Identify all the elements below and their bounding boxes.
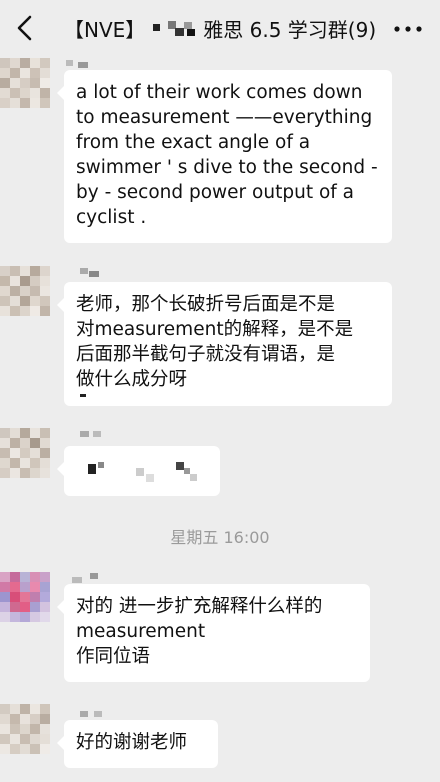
message-text-line: swimmer ' s dive to the second - [76, 157, 378, 178]
message-bubble[interactable]: a lot of their work comes down to measur… [57, 70, 392, 243]
redaction-mark [88, 464, 96, 474]
avatar[interactable] [0, 572, 50, 622]
chat-header: 【NVE】 雅思 6.5 学习群(9) [0, 0, 440, 56]
message-text-line: to measurement ——everything [76, 107, 373, 128]
message-bubble[interactable]: 老师，那个长破折号后面是不是 对measurement的解释，是不是 后面那半截… [57, 282, 392, 406]
chat-title-suffix: 雅思 6.5 学习群(9) [203, 17, 377, 42]
avatar[interactable] [0, 266, 50, 316]
message-text-line: measurement [76, 621, 206, 642]
avatar[interactable] [0, 58, 50, 108]
more-dots-icon[interactable] [394, 26, 422, 32]
message-text-line: 做什么成分呀 [76, 369, 188, 390]
message-text-line: 好的谢谢老师 [76, 732, 188, 753]
sender-name-redacted [80, 266, 116, 278]
message-text-line: a lot of their work comes down [76, 82, 363, 103]
sender-name-redacted [72, 572, 108, 584]
message-text-line: cyclist . [76, 207, 147, 228]
avatar[interactable] [0, 704, 50, 754]
sender-name-redacted [80, 428, 116, 440]
chat-title-prefix: 【NVE】 [64, 17, 146, 42]
redaction-mark [136, 468, 144, 476]
message-text-line: 对measurement的解释，是不是 [76, 319, 354, 340]
message-text-line: by - second power output of a [76, 182, 354, 203]
message-text-line: 作同位语 [76, 646, 151, 667]
redaction-mark [98, 462, 104, 468]
chevron-left-icon[interactable] [14, 14, 36, 42]
redacted-group-name [151, 19, 197, 37]
avatar[interactable] [0, 428, 50, 478]
timestamp: 星期五 16:00 [170, 528, 270, 547]
redaction-mark [80, 394, 86, 397]
message-text-line: from the exact angle of a [76, 132, 311, 153]
message-text-line: 老师，那个长破折号后面是不是 [76, 294, 336, 315]
message-bubble[interactable]: 好的谢谢老师 [57, 720, 218, 768]
message-text-line: 后面那半截句子就没有谓语，是 [76, 344, 336, 365]
sender-name-redacted [80, 708, 116, 720]
message-bubble[interactable]: 对的 进一步扩充解释什么样的 measurement 作同位语 [57, 584, 370, 682]
redacted-message-bubble[interactable] [57, 446, 220, 496]
chat-title: 【NVE】 雅思 6.5 学习群(9) [64, 13, 376, 43]
redaction-mark [190, 474, 197, 481]
redaction-mark [176, 462, 184, 470]
redaction-mark [146, 474, 154, 482]
message-text-line: 对的 进一步扩充解释什么样的 [76, 596, 323, 617]
